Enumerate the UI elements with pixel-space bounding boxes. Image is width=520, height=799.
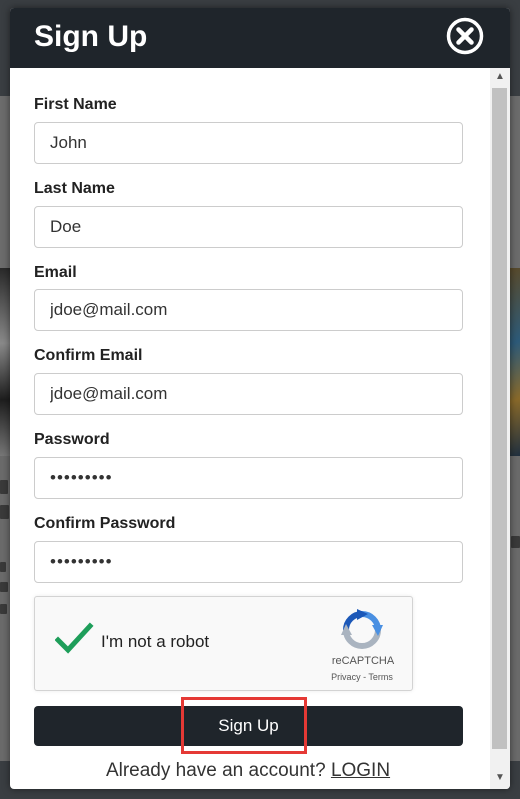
first-name-label: First Name: [34, 96, 117, 113]
recaptcha-brand: reCAPTCHA: [331, 655, 395, 667]
scroll-down-arrow-icon[interactable]: ▼: [490, 769, 510, 787]
backdrop-text-fragment: [0, 582, 8, 592]
login-prompt: Already have an account? LOGIN: [10, 760, 486, 782]
password-label: Password: [34, 431, 110, 448]
backdrop-image-left: [0, 268, 10, 456]
login-prompt-text: Already have an account?: [105, 760, 331, 781]
recaptcha-links: Privacy - Terms: [319, 672, 405, 682]
sign-up-button-label: Sign Up: [218, 716, 279, 735]
scrollbar-thumb[interactable]: [492, 88, 507, 749]
recaptcha-privacy-link[interactable]: Privacy: [331, 672, 361, 682]
email-label: Email: [34, 264, 77, 281]
backdrop-text-fragment: [511, 536, 520, 548]
checkmark-icon: [54, 622, 94, 654]
confirm-password-label: Confirm Password: [34, 515, 176, 532]
modal-body: First Name Last Name Email Confirm Email…: [10, 68, 490, 789]
modal-scrollbar[interactable]: ▲ ▼: [490, 68, 510, 789]
email-input[interactable]: [34, 289, 463, 331]
recaptcha-widget: I'm not a robot reCAPTCHA Privacy - Term…: [34, 596, 413, 691]
recaptcha-logo-icon: [341, 609, 383, 649]
close-icon: [446, 17, 484, 55]
backdrop-text-fragment: [0, 562, 6, 572]
scroll-up-arrow-icon[interactable]: ▲: [490, 68, 510, 86]
sign-up-button[interactable]: Sign Up: [34, 706, 463, 746]
signup-modal: Sign Up First Name Last Name Email Confi…: [10, 8, 510, 789]
modal-header: Sign Up: [10, 8, 510, 68]
modal-title: Sign Up: [34, 20, 148, 53]
confirm-password-input[interactable]: [34, 541, 463, 583]
confirm-email-input[interactable]: [34, 373, 463, 415]
recaptcha-checkbox[interactable]: [54, 621, 95, 657]
last-name-input[interactable]: [34, 206, 463, 248]
password-input[interactable]: [34, 457, 463, 499]
recaptcha-terms-link[interactable]: Terms: [368, 672, 393, 682]
login-link[interactable]: LOGIN: [331, 760, 390, 781]
recaptcha-label: I'm not a robot: [101, 632, 210, 651]
last-name-label: Last Name: [34, 180, 115, 197]
backdrop-text-fragment: [0, 604, 7, 614]
first-name-input[interactable]: [34, 122, 463, 164]
backdrop-text-fragment: [0, 480, 8, 494]
backdrop-text-fragment: [0, 505, 9, 519]
confirm-email-label: Confirm Email: [34, 347, 143, 364]
close-button[interactable]: [446, 17, 484, 55]
